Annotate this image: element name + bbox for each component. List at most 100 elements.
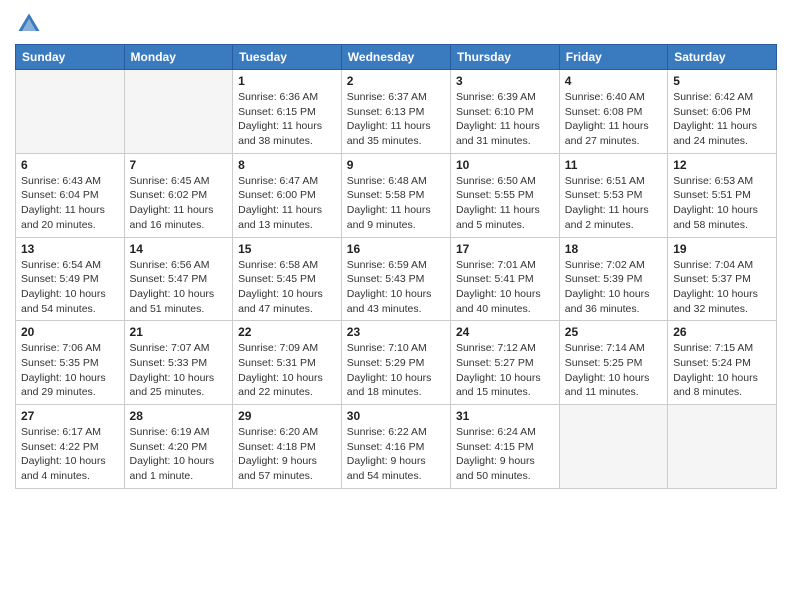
day-info: Sunrise: 6:51 AM Sunset: 5:53 PM Dayligh… xyxy=(565,174,662,233)
page-header xyxy=(15,10,777,38)
day-number: 12 xyxy=(673,158,771,172)
day-cell: 18 Sunrise: 7:02 AM Sunset: 5:39 PM Dayli… xyxy=(559,237,667,321)
day-cell: 17 Sunrise: 7:01 AM Sunset: 5:41 PM Dayli… xyxy=(450,237,559,321)
calendar-body: 1Sunrise: 6:36 AM Sunset: 6:15 PM Daylig… xyxy=(16,70,777,489)
day-cell: 7 Sunrise: 6:45 AM Sunset: 6:02 PM Daylig… xyxy=(124,153,233,237)
day-number: 28 xyxy=(130,409,228,423)
day-info: Sunrise: 6:19 AM Sunset: 4:20 PM Dayligh… xyxy=(130,425,228,484)
day-info: Sunrise: 7:01 AM Sunset: 5:41 PM Dayligh… xyxy=(456,258,554,317)
day-cell xyxy=(559,405,667,489)
week-row-2: 6Sunrise: 6:43 AM Sunset: 6:04 PM Daylig… xyxy=(16,153,777,237)
calendar-header: SundayMondayTuesdayWednesdayThursdayFrid… xyxy=(16,45,777,70)
day-cell: 24 Sunrise: 7:12 AM Sunset: 5:27 PM Dayli… xyxy=(450,321,559,405)
day-cell: 4 Sunrise: 6:40 AM Sunset: 6:08 PM Daylig… xyxy=(559,70,667,154)
header-cell-monday: Monday xyxy=(124,45,233,70)
day-number: 18 xyxy=(565,242,662,256)
day-info: Sunrise: 6:22 AM Sunset: 4:16 PM Dayligh… xyxy=(347,425,445,484)
day-info: Sunrise: 7:09 AM Sunset: 5:31 PM Dayligh… xyxy=(238,341,336,400)
day-number: 9 xyxy=(347,158,445,172)
week-row-3: 13Sunrise: 6:54 AM Sunset: 5:49 PM Dayli… xyxy=(16,237,777,321)
day-cell: 21 Sunrise: 7:07 AM Sunset: 5:33 PM Dayli… xyxy=(124,321,233,405)
day-number: 6 xyxy=(21,158,119,172)
day-cell: 6Sunrise: 6:43 AM Sunset: 6:04 PM Daylig… xyxy=(16,153,125,237)
day-number: 29 xyxy=(238,409,336,423)
day-number: 10 xyxy=(456,158,554,172)
day-cell: 14 Sunrise: 6:56 AM Sunset: 5:47 PM Dayli… xyxy=(124,237,233,321)
day-info: Sunrise: 7:02 AM Sunset: 5:39 PM Dayligh… xyxy=(565,258,662,317)
day-number: 15 xyxy=(238,242,336,256)
day-number: 16 xyxy=(347,242,445,256)
day-cell xyxy=(668,405,777,489)
day-cell: 12 Sunrise: 6:53 AM Sunset: 5:51 PM Dayli… xyxy=(668,153,777,237)
day-number: 26 xyxy=(673,325,771,339)
day-info: Sunrise: 6:17 AM Sunset: 4:22 PM Dayligh… xyxy=(21,425,119,484)
day-info: Sunrise: 7:14 AM Sunset: 5:25 PM Dayligh… xyxy=(565,341,662,400)
day-cell xyxy=(16,70,125,154)
week-row-4: 20 Sunrise: 7:06 AM Sunset: 5:35 PM Dayli… xyxy=(16,321,777,405)
day-cell: 20 Sunrise: 7:06 AM Sunset: 5:35 PM Dayli… xyxy=(16,321,125,405)
day-cell: 27 Sunrise: 6:17 AM Sunset: 4:22 PM Dayli… xyxy=(16,405,125,489)
header-cell-sunday: Sunday xyxy=(16,45,125,70)
day-cell: 22Sunrise: 7:09 AM Sunset: 5:31 PM Dayli… xyxy=(233,321,342,405)
day-info: Sunrise: 7:04 AM Sunset: 5:37 PM Dayligh… xyxy=(673,258,771,317)
day-cell: 26 Sunrise: 7:15 AM Sunset: 5:24 PM Dayli… xyxy=(668,321,777,405)
header-row: SundayMondayTuesdayWednesdayThursdayFrid… xyxy=(16,45,777,70)
day-cell: 23 Sunrise: 7:10 AM Sunset: 5:29 PM Dayli… xyxy=(341,321,450,405)
day-number: 4 xyxy=(565,74,662,88)
header-cell-thursday: Thursday xyxy=(450,45,559,70)
day-info: Sunrise: 6:20 AM Sunset: 4:18 PM Dayligh… xyxy=(238,425,336,484)
day-number: 30 xyxy=(347,409,445,423)
header-cell-saturday: Saturday xyxy=(668,45,777,70)
day-cell: 30 Sunrise: 6:22 AM Sunset: 4:16 PM Dayli… xyxy=(341,405,450,489)
day-number: 17 xyxy=(456,242,554,256)
day-info: Sunrise: 7:06 AM Sunset: 5:35 PM Dayligh… xyxy=(21,341,119,400)
day-info: Sunrise: 6:37 AM Sunset: 6:13 PM Dayligh… xyxy=(347,90,445,149)
day-number: 7 xyxy=(130,158,228,172)
day-number: 19 xyxy=(673,242,771,256)
calendar-table: SundayMondayTuesdayWednesdayThursdayFrid… xyxy=(15,44,777,489)
header-cell-wednesday: Wednesday xyxy=(341,45,450,70)
day-cell: 31Sunrise: 6:24 AM Sunset: 4:15 PM Dayli… xyxy=(450,405,559,489)
day-number: 3 xyxy=(456,74,554,88)
day-cell: 28 Sunrise: 6:19 AM Sunset: 4:20 PM Dayli… xyxy=(124,405,233,489)
header-cell-tuesday: Tuesday xyxy=(233,45,342,70)
day-info: Sunrise: 6:56 AM Sunset: 5:47 PM Dayligh… xyxy=(130,258,228,317)
day-number: 5 xyxy=(673,74,771,88)
day-number: 27 xyxy=(21,409,119,423)
day-cell: 5Sunrise: 6:42 AM Sunset: 6:06 PM Daylig… xyxy=(668,70,777,154)
week-row-1: 1Sunrise: 6:36 AM Sunset: 6:15 PM Daylig… xyxy=(16,70,777,154)
day-info: Sunrise: 6:53 AM Sunset: 5:51 PM Dayligh… xyxy=(673,174,771,233)
day-info: Sunrise: 7:10 AM Sunset: 5:29 PM Dayligh… xyxy=(347,341,445,400)
day-info: Sunrise: 7:15 AM Sunset: 5:24 PM Dayligh… xyxy=(673,341,771,400)
day-info: Sunrise: 6:45 AM Sunset: 6:02 PM Dayligh… xyxy=(130,174,228,233)
day-number: 14 xyxy=(130,242,228,256)
day-number: 23 xyxy=(347,325,445,339)
day-info: Sunrise: 7:07 AM Sunset: 5:33 PM Dayligh… xyxy=(130,341,228,400)
day-cell: 10Sunrise: 6:50 AM Sunset: 5:55 PM Dayli… xyxy=(450,153,559,237)
day-info: Sunrise: 6:40 AM Sunset: 6:08 PM Dayligh… xyxy=(565,90,662,149)
day-number: 31 xyxy=(456,409,554,423)
day-info: Sunrise: 6:54 AM Sunset: 5:49 PM Dayligh… xyxy=(21,258,119,317)
day-cell: 19 Sunrise: 7:04 AM Sunset: 5:37 PM Dayli… xyxy=(668,237,777,321)
day-info: Sunrise: 6:39 AM Sunset: 6:10 PM Dayligh… xyxy=(456,90,554,149)
day-info: Sunrise: 6:58 AM Sunset: 5:45 PM Dayligh… xyxy=(238,258,336,317)
day-number: 2 xyxy=(347,74,445,88)
day-cell: 8Sunrise: 6:47 AM Sunset: 6:00 PM Daylig… xyxy=(233,153,342,237)
day-cell: 13Sunrise: 6:54 AM Sunset: 5:49 PM Dayli… xyxy=(16,237,125,321)
day-number: 8 xyxy=(238,158,336,172)
day-cell: 29 Sunrise: 6:20 AM Sunset: 4:18 PM Dayli… xyxy=(233,405,342,489)
day-number: 24 xyxy=(456,325,554,339)
day-number: 21 xyxy=(130,325,228,339)
day-cell: 3 Sunrise: 6:39 AM Sunset: 6:10 PM Daylig… xyxy=(450,70,559,154)
day-number: 20 xyxy=(21,325,119,339)
day-number: 25 xyxy=(565,325,662,339)
day-info: Sunrise: 6:59 AM Sunset: 5:43 PM Dayligh… xyxy=(347,258,445,317)
day-info: Sunrise: 6:36 AM Sunset: 6:15 PM Dayligh… xyxy=(238,90,336,149)
day-number: 11 xyxy=(565,158,662,172)
week-row-5: 27 Sunrise: 6:17 AM Sunset: 4:22 PM Dayli… xyxy=(16,405,777,489)
day-cell: 9Sunrise: 6:48 AM Sunset: 5:58 PM Daylig… xyxy=(341,153,450,237)
day-cell: 2 Sunrise: 6:37 AM Sunset: 6:13 PM Daylig… xyxy=(341,70,450,154)
day-cell: 15 Sunrise: 6:58 AM Sunset: 5:45 PM Dayli… xyxy=(233,237,342,321)
day-cell xyxy=(124,70,233,154)
day-info: Sunrise: 7:12 AM Sunset: 5:27 PM Dayligh… xyxy=(456,341,554,400)
